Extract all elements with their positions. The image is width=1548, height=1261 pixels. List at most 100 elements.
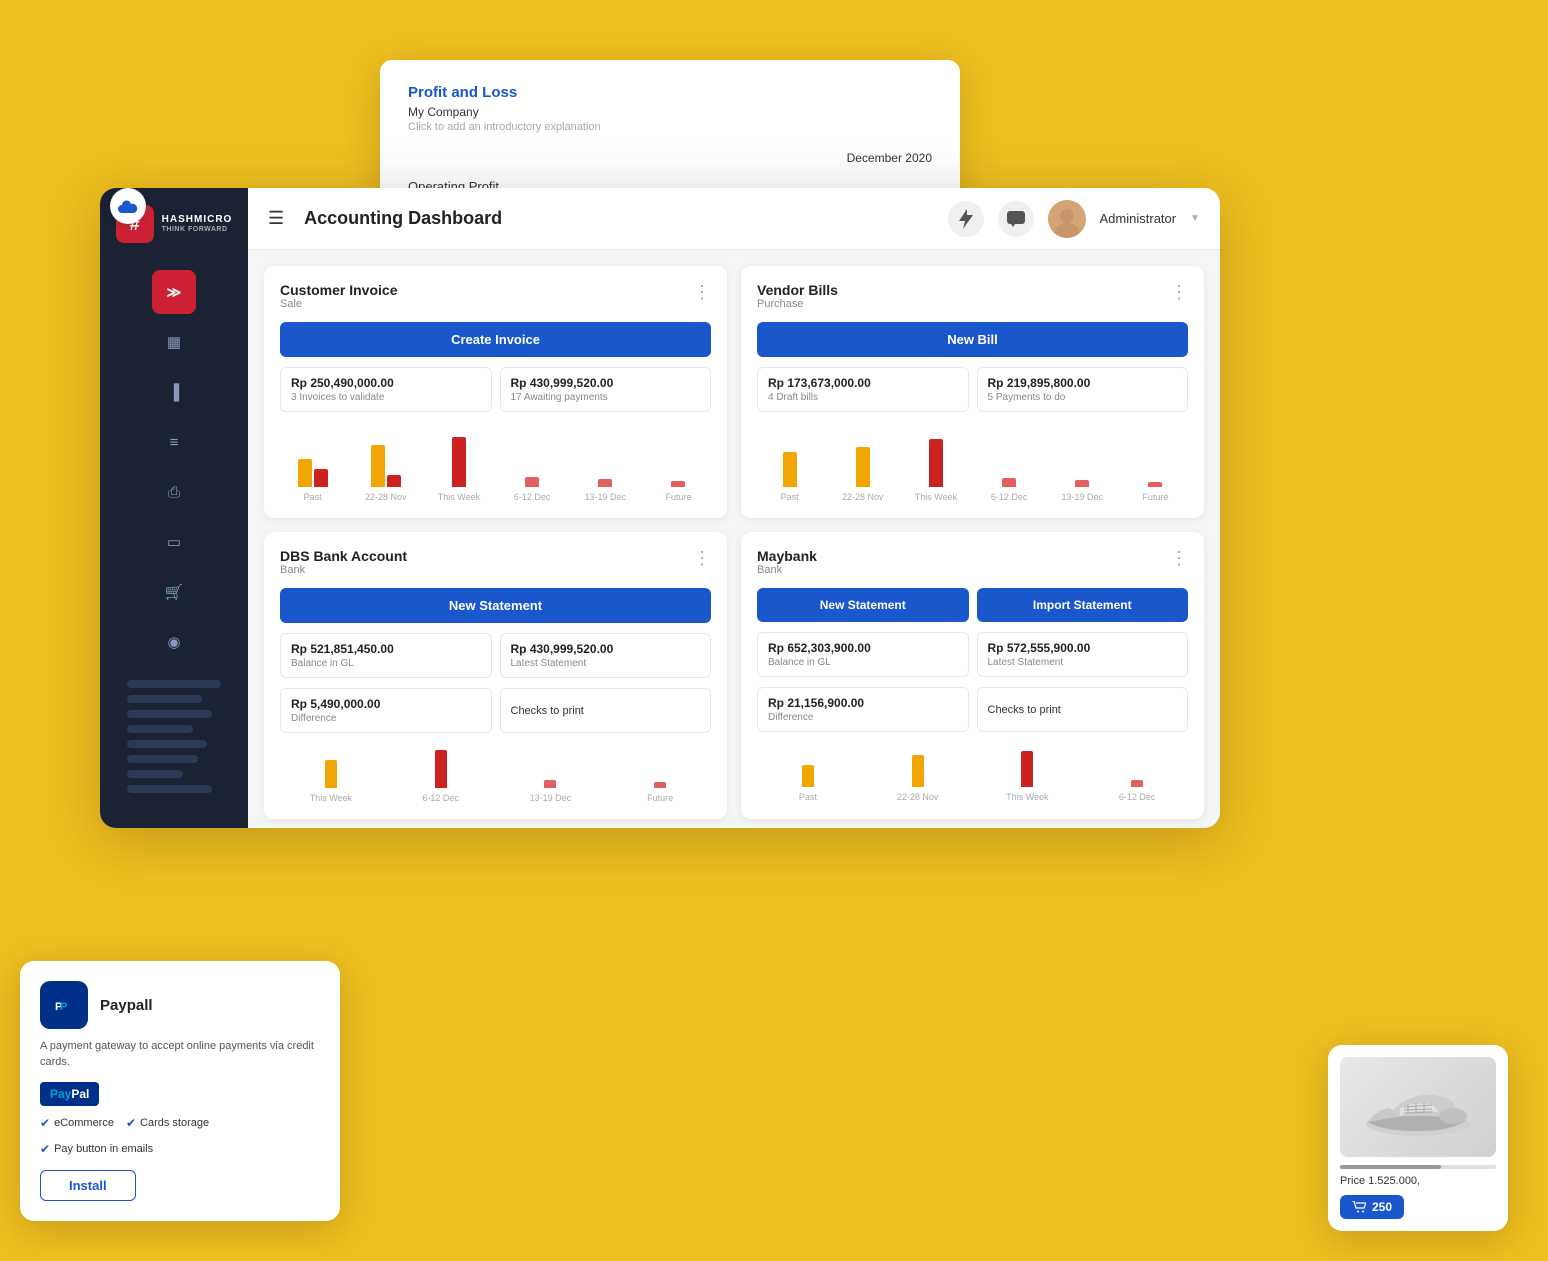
product-card: Price 1.525.000, 250	[1328, 1045, 1508, 1231]
payments-to-do-amount: Rp 219,895,800.00	[988, 376, 1178, 390]
vendor-bills-header: Vendor Bills Purchase ⋮	[757, 282, 1188, 310]
paypal-feature-emails-label: Pay button in emails	[54, 1143, 153, 1155]
sidebar-item-list[interactable]: ≡	[152, 420, 196, 464]
pl-title: Profit and Loss	[408, 84, 932, 101]
username: Administrator	[1100, 211, 1177, 226]
maybank-balance-gl-amount: Rp 652,303,900.00	[768, 641, 958, 655]
vendor-bills-subtitle: Purchase	[757, 298, 838, 310]
dbs-bank-card: DBS Bank Account Bank ⋮ New Statement Rp…	[264, 532, 727, 819]
avatar[interactable]	[1048, 200, 1086, 238]
dbs-bank-chart: This Week 6-12 Dec 13-19 Dec Future	[280, 743, 711, 803]
paypal-header: P P Paypall	[40, 981, 320, 1029]
vendor-bills-card: Vendor Bills Purchase ⋮ New Bill Rp 173,…	[741, 266, 1204, 518]
vendor-bills-title: Vendor Bills	[757, 282, 838, 298]
sidebar-item-calendar[interactable]: ▦	[152, 320, 196, 364]
paypal-feature-cards: ✔ Cards storage	[126, 1116, 209, 1130]
main-content: Customer Invoice Sale ⋮ Create Invoice R…	[248, 250, 1220, 828]
vendor-bills-stats: Rp 173,673,000.00 4 Draft bills Rp 219,8…	[757, 367, 1188, 412]
maybank-title: Maybank	[757, 548, 817, 564]
dbs-difference-label: Difference	[291, 713, 481, 724]
dbs-balance-gl-label: Balance in GL	[291, 658, 481, 669]
paypal-feature-ecommerce-label: eCommerce	[54, 1117, 114, 1129]
customer-invoice-menu[interactable]: ⋮	[693, 282, 711, 303]
dbs-bank-subtitle: Bank	[280, 564, 407, 576]
check-icon-cards: ✔	[126, 1116, 136, 1130]
product-price: Price 1.525.000,	[1340, 1175, 1496, 1187]
sidebar-item-user[interactable]: ◉	[152, 620, 196, 664]
awaiting-payments-amount: Rp 430,999,520.00	[511, 376, 701, 390]
sidebar-icons: ≫ ▦ ▐ ≡ ⎙ ▭ 🛒 ◉	[100, 270, 248, 664]
maybank-stats-row2: Rp 21,156,900.00 Difference Checks to pr…	[757, 687, 1188, 732]
sidebar-item-shop[interactable]: 🛒	[152, 570, 196, 614]
dbs-bank-title: DBS Bank Account	[280, 548, 407, 564]
dbs-latest-statement-stat: Rp 430,999,520.00 Latest Statement	[500, 633, 712, 678]
sidebar-item-dashboard[interactable]: ≫	[152, 270, 196, 314]
maybank-difference-stat: Rp 21,156,900.00 Difference	[757, 687, 969, 732]
maybank-buttons: New Statement Import Statement	[757, 588, 1188, 622]
maybank-difference-amount: Rp 21,156,900.00	[768, 696, 958, 710]
invoices-validate-amount: Rp 250,490,000.00	[291, 376, 481, 390]
awaiting-payments-label: 17 Awaiting payments	[511, 392, 701, 403]
maybank-checks-stat: Checks to print	[977, 687, 1189, 732]
pl-click-hint[interactable]: Click to add an introductory explanation	[408, 121, 932, 133]
install-button[interactable]: Install	[40, 1170, 136, 1201]
sidebar-item-print[interactable]: ⎙	[152, 470, 196, 514]
customer-invoice-card: Customer Invoice Sale ⋮ Create Invoice R…	[264, 266, 727, 518]
topbar-actions: Administrator ▼	[948, 200, 1200, 238]
dbs-bank-stats-row1: Rp 521,851,450.00 Balance in GL Rp 430,9…	[280, 633, 711, 678]
dbs-bank-menu[interactable]: ⋮	[693, 548, 711, 569]
pl-company: My Company	[408, 105, 932, 119]
dbs-bank-stats-row2: Rp 5,490,000.00 Difference Checks to pri…	[280, 688, 711, 733]
maybank-card: Maybank Bank ⋮ New Statement Import Stat…	[741, 532, 1204, 819]
customer-invoice-header: Customer Invoice Sale ⋮	[280, 282, 711, 310]
invoices-validate-label: 3 Invoices to validate	[291, 392, 481, 403]
page-title: Accounting Dashboard	[304, 208, 935, 229]
draft-bills-label: 4 Draft bills	[768, 392, 958, 403]
customer-invoice-chart: Past 22-28 Nov This Week 6-12 Dec 13-19 …	[280, 422, 711, 502]
paypal-logo: P P	[40, 981, 88, 1029]
maybank-new-statement-button[interactable]: New Statement	[757, 588, 969, 622]
product-cart-button[interactable]: 250	[1340, 1195, 1404, 1219]
maybank-stats-row1: Rp 652,303,900.00 Balance in GL Rp 572,5…	[757, 632, 1188, 677]
dbs-checks-stat: Checks to print	[500, 688, 712, 733]
maybank-import-statement-button[interactable]: Import Statement	[977, 588, 1189, 622]
dbs-balance-gl-amount: Rp 521,851,450.00	[291, 642, 481, 656]
paypal-popup: P P Paypall A payment gateway to accept …	[20, 961, 340, 1221]
maybank-header: Maybank Bank ⋮	[757, 548, 1188, 576]
product-image	[1340, 1057, 1496, 1157]
maybank-menu[interactable]: ⋮	[1170, 548, 1188, 569]
product-progress-bar	[1340, 1165, 1496, 1169]
product-progress-fill	[1340, 1165, 1441, 1169]
menu-icon[interactable]: ☰	[268, 208, 284, 229]
maybank-latest-statement-amount: Rp 572,555,900.00	[988, 641, 1178, 655]
pl-date: December 2020	[408, 151, 932, 165]
vendor-bills-menu[interactable]: ⋮	[1170, 282, 1188, 303]
product-badge: 250	[1372, 1200, 1392, 1214]
create-invoice-button[interactable]: Create Invoice	[280, 322, 711, 357]
customer-invoice-title: Customer Invoice	[280, 282, 397, 298]
user-dropdown-icon[interactable]: ▼	[1190, 213, 1200, 224]
dbs-checks-label: Checks to print	[511, 699, 701, 717]
payments-to-do-stat: Rp 219,895,800.00 5 Payments to do	[977, 367, 1189, 412]
shoe-svg	[1358, 1072, 1478, 1142]
sidebar: # HASHMICRO THINK FORWARD ≫ ▦ ▐ ≡ ⎙	[100, 188, 248, 828]
sidebar-item-reports[interactable]: ▐	[152, 370, 196, 414]
lightning-icon-btn[interactable]	[948, 201, 984, 237]
dbs-latest-statement-label: Latest Statement	[511, 658, 701, 669]
sidebar-item-monitor[interactable]: ▭	[152, 520, 196, 564]
payments-to-do-label: 5 Payments to do	[988, 392, 1178, 403]
maybank-subtitle: Bank	[757, 564, 817, 576]
invoices-validate-stat: Rp 250,490,000.00 3 Invoices to validate	[280, 367, 492, 412]
dbs-bank-buttons: New Statement	[280, 588, 711, 623]
dbs-balance-gl-stat: Rp 521,851,450.00 Balance in GL	[280, 633, 492, 678]
check-icon-ecommerce: ✔	[40, 1116, 50, 1130]
customer-invoice-stats: Rp 250,490,000.00 3 Invoices to validate…	[280, 367, 711, 412]
message-icon-btn[interactable]	[998, 201, 1034, 237]
maybank-balance-gl-label: Balance in GL	[768, 657, 958, 668]
maybank-difference-label: Difference	[768, 712, 958, 723]
paypal-feature-ecommerce: ✔ eCommerce	[40, 1116, 114, 1130]
svg-text:P: P	[60, 1001, 67, 1013]
paypal-name: Paypall	[100, 997, 153, 1014]
dbs-new-statement-button[interactable]: New Statement	[280, 588, 711, 623]
new-bill-button[interactable]: New Bill	[757, 322, 1188, 357]
